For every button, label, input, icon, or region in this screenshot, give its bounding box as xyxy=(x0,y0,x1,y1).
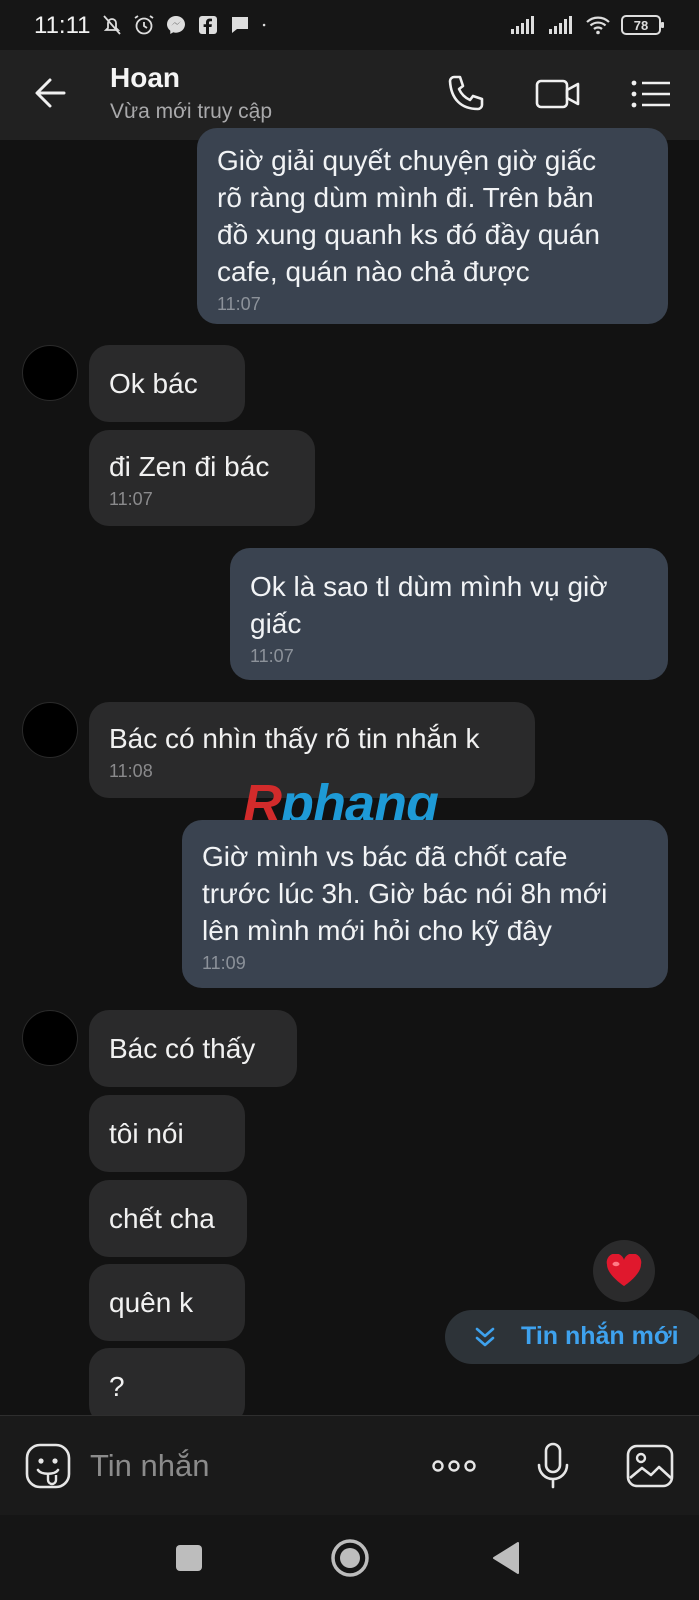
dot-icon xyxy=(262,23,266,27)
notification-icons xyxy=(100,10,274,40)
new-message-label: Tin nhắn mới xyxy=(521,1322,679,1350)
system-icons: 78 xyxy=(509,10,664,40)
image-icon[interactable] xyxy=(624,1440,676,1492)
message-time: 11:07 xyxy=(250,646,294,666)
message-text: Bác có thấy xyxy=(109,1033,256,1064)
message-composer xyxy=(0,1415,699,1515)
home-icon[interactable] xyxy=(327,1535,373,1581)
chat-header: Hoan Vừa mới truy cập xyxy=(0,50,699,140)
message-text: Giờ giải quyết chuyện giờ giấc rõ ràng d… xyxy=(217,145,600,287)
double-chevron-down-icon xyxy=(475,1327,495,1347)
wifi-icon xyxy=(586,16,610,35)
message-bubble-outgoing[interactable]: Giờ mình vs bác đã chốt cafe trước lúc 3… xyxy=(182,820,668,988)
message-bubble-incoming[interactable]: Bác có thấy xyxy=(89,1010,297,1087)
message-time: 11:09 xyxy=(202,953,246,973)
heart-icon xyxy=(606,1254,642,1286)
message-bubble-incoming[interactable]: đi Zen đi bác 11:07 xyxy=(89,430,315,526)
message-text: tôi nói xyxy=(109,1118,184,1149)
message-input[interactable] xyxy=(90,1442,390,1490)
status-time: 11:11 xyxy=(34,12,91,39)
signal-icon xyxy=(511,16,534,34)
battery-level: 78 xyxy=(633,18,649,33)
message-bubble-incoming[interactable]: Ok bác xyxy=(89,345,245,422)
message-bubble-incoming[interactable]: ? xyxy=(89,1348,245,1425)
message-text: đi Zen đi bác xyxy=(109,451,270,482)
navigation-bar xyxy=(0,1515,699,1600)
contact-status: Vừa mới truy cập xyxy=(110,100,273,123)
back-triangle-icon[interactable] xyxy=(484,1535,530,1581)
alarm-icon xyxy=(134,15,154,35)
message-time: 11:07 xyxy=(217,294,261,314)
contact-name[interactable]: Hoan xyxy=(110,62,180,94)
messenger-icon xyxy=(167,16,185,34)
message-bubble-incoming[interactable]: quên k xyxy=(89,1264,245,1341)
recents-icon[interactable] xyxy=(166,1535,212,1581)
muted-bell-icon xyxy=(103,15,121,35)
message-text: chết cha xyxy=(109,1203,215,1234)
message-bubble-incoming[interactable]: chết cha xyxy=(89,1180,247,1257)
emoji-icon[interactable] xyxy=(22,1440,74,1492)
avatar[interactable] xyxy=(22,702,78,758)
microphone-icon[interactable] xyxy=(527,1440,579,1492)
message-bubble-outgoing[interactable]: Ok là sao tl dùm mình vụ giờ giấc 11:07 xyxy=(230,548,668,680)
battery-icon: 78 xyxy=(621,15,664,35)
phone-icon[interactable] xyxy=(440,68,492,120)
message-text: Giờ mình vs bác đã chốt cafe trước lúc 3… xyxy=(202,841,608,946)
chat-icon xyxy=(232,17,248,33)
message-text: Bác có nhìn thấy rõ tin nhắn k xyxy=(109,723,480,754)
video-icon[interactable] xyxy=(532,68,584,120)
reaction-button[interactable] xyxy=(593,1240,655,1302)
facebook-icon xyxy=(199,16,217,34)
message-text: ? xyxy=(109,1371,125,1402)
signal-icon xyxy=(549,16,572,34)
message-text: Ok bác xyxy=(109,368,198,399)
more-icon[interactable] xyxy=(428,1440,480,1492)
new-message-button[interactable]: Tin nhắn mới xyxy=(445,1310,699,1364)
menu-icon[interactable] xyxy=(626,68,678,120)
chat-screen: 11:11 78 Hoan Vừa mới truy cập Giờ giải … xyxy=(0,0,699,1600)
message-bubble-incoming[interactable]: tôi nói xyxy=(89,1095,245,1172)
back-arrow-icon[interactable] xyxy=(28,68,78,118)
message-bubble-outgoing[interactable]: Giờ giải quyết chuyện giờ giấc rõ ràng d… xyxy=(197,128,668,324)
status-bar: 11:11 78 xyxy=(0,0,699,50)
message-time: 11:07 xyxy=(109,489,153,509)
message-text: quên k xyxy=(109,1287,194,1318)
message-text: Ok là sao tl dùm mình vụ giờ giấc xyxy=(250,571,608,639)
avatar[interactable] xyxy=(22,345,78,401)
avatar[interactable] xyxy=(22,1010,78,1066)
